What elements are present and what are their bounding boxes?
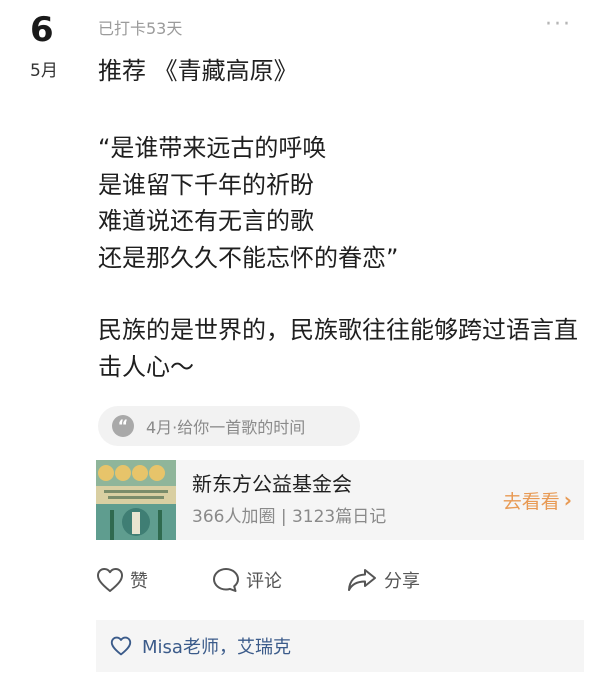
share-label: 分享 (384, 571, 420, 592)
comment-label: 评论 (246, 571, 282, 592)
visit-group-label: 去看看 (502, 490, 560, 513)
group-info: 新东方公益基金会 366人加圈 | 3123篇日记 (192, 471, 503, 529)
group-stats: 366人加圈 | 3123篇日记 (192, 507, 387, 527)
post-line: 难道说还有无言的歌 (98, 207, 314, 235)
like-button[interactable]: 赞 (96, 567, 148, 593)
post-paragraph: 民族的是世界的，民族歌往往能够跨过语言直击人心～ (98, 316, 578, 381)
chevron-right-icon: › (563, 488, 572, 512)
comment-icon (213, 568, 239, 592)
post-title: 推荐 《青藏高原》 (98, 57, 298, 85)
checkin-status: 已打卡53天 (98, 19, 183, 38)
post-line: 是谁留下千年的祈盼 (98, 170, 314, 199)
comment-button[interactable]: 评论 (212, 567, 282, 593)
group-card[interactable]: 新东方公益基金会 366人加圈 | 3123篇日记 去看看 › (96, 460, 584, 540)
action-bar: 赞 评论 分享 (96, 562, 484, 598)
group-name: 新东方公益基金会 (192, 472, 352, 496)
quote-icon: “ (112, 415, 134, 437)
visit-group-button[interactable]: 去看看 › (503, 487, 572, 514)
post-body: “是谁带来远古的呼唤 是谁留下千年的祈盼 难道说还有无言的歌 还是那久久不能忘怀… (98, 130, 588, 385)
share-arrow-icon (348, 569, 376, 591)
post-line: “是谁带来远古的呼唤 (98, 134, 327, 162)
share-button[interactable]: 分享 (346, 567, 420, 593)
topic-label: 4月·给你一首歌的时间 (146, 418, 306, 437)
date-month: 5月 (30, 61, 58, 81)
more-dots-icon[interactable]: ··· (545, 14, 572, 36)
like-label: 赞 (130, 571, 148, 592)
likers-names[interactable]: Misa老师，艾瑞克 (142, 633, 291, 659)
likes-bar: Misa老师，艾瑞克 (96, 620, 584, 672)
group-thumbnail (96, 460, 176, 540)
topic-chip[interactable]: “ 4月·给你一首歌的时间 (98, 406, 360, 446)
date-day: 6 (30, 10, 54, 50)
heart-outline-icon (97, 568, 123, 592)
heart-outline-icon (110, 636, 132, 656)
post-line: 还是那久久不能忘怀的眷恋” (98, 243, 399, 272)
